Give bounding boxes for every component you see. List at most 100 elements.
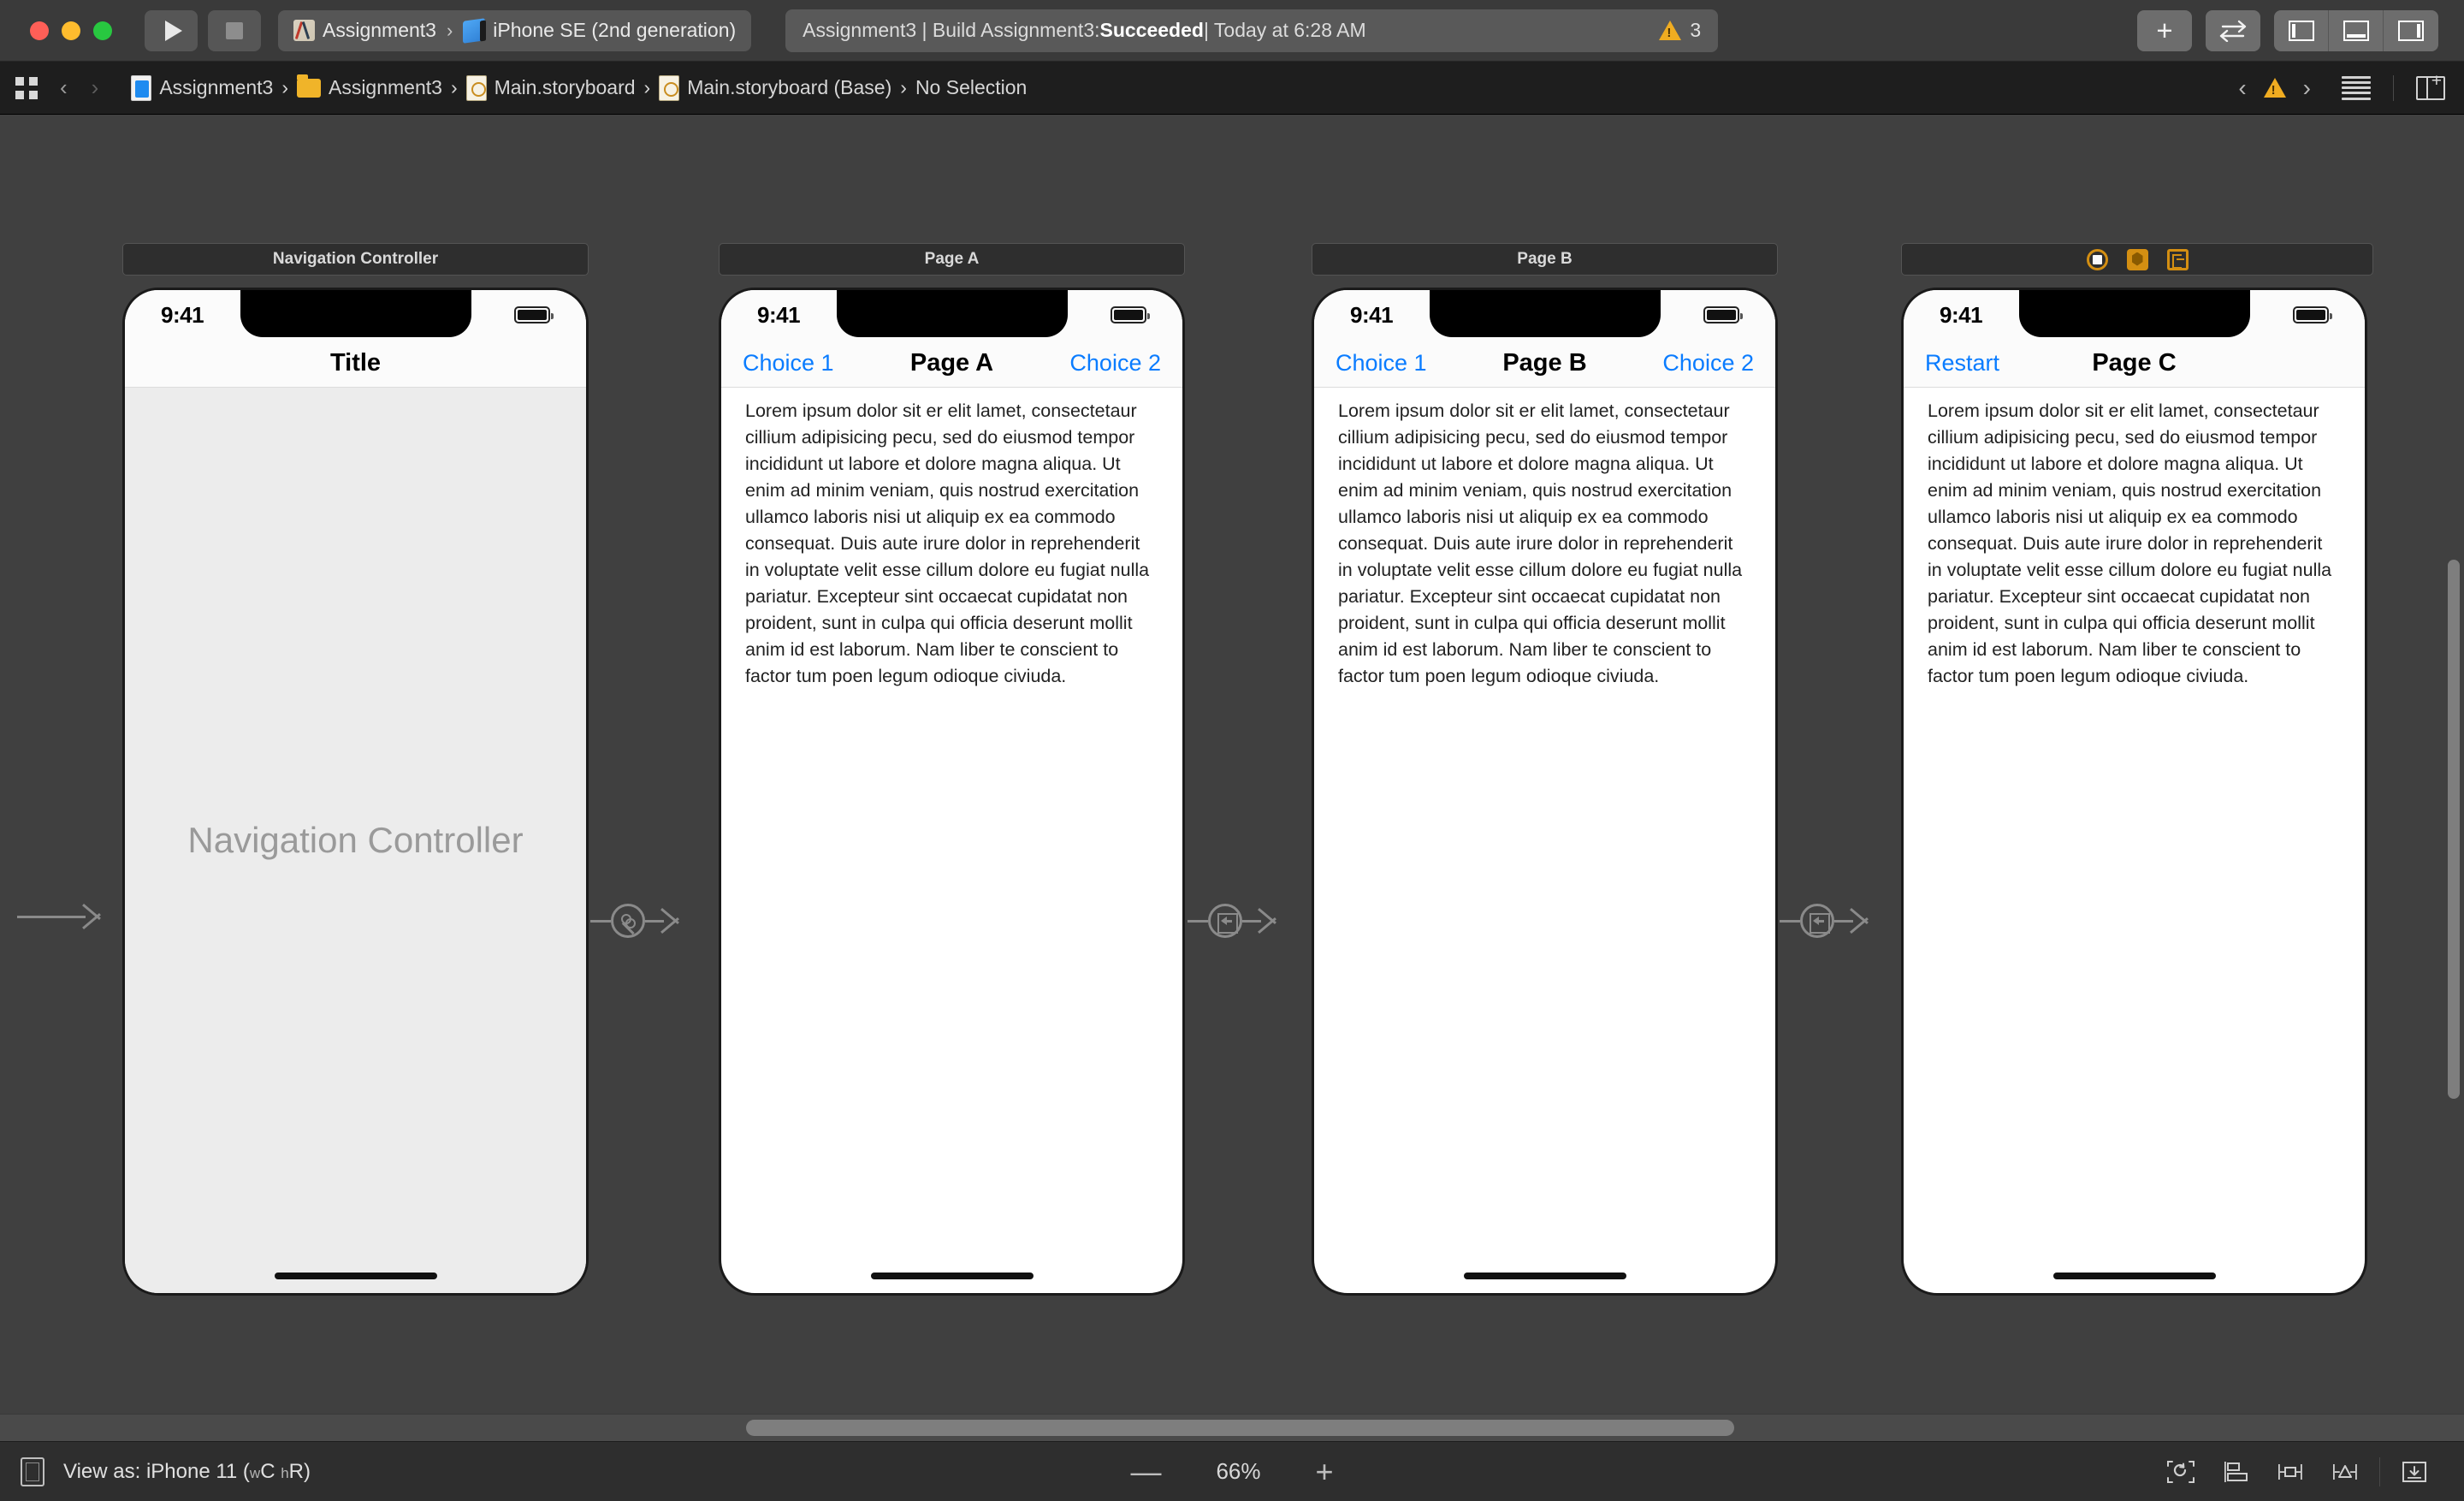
toggle-inspector-button[interactable] bbox=[2384, 10, 2438, 51]
embed-in-button[interactable] bbox=[2387, 1450, 2442, 1494]
scene-label[interactable]: Page B bbox=[1312, 243, 1778, 276]
add-editor-button[interactable]: + bbox=[2137, 9, 2192, 51]
navigation-bar[interactable]: Title bbox=[125, 340, 586, 388]
zoom-in-button[interactable]: + bbox=[1315, 1456, 1333, 1487]
entry-point-arrow[interactable] bbox=[17, 904, 106, 929]
issue-navigation: ‹ › bbox=[2233, 74, 2316, 102]
navbar-left-button[interactable]: Choice 1 bbox=[1336, 350, 1427, 377]
show-segue-icon[interactable] bbox=[1208, 904, 1242, 938]
add-editor-panel-icon[interactable] bbox=[2416, 72, 2445, 100]
play-icon bbox=[164, 20, 182, 41]
navigation-bar[interactable]: Choice 1 Page A Choice 2 bbox=[721, 340, 1182, 388]
zoom-controls: — 66% + bbox=[1130, 1456, 1333, 1487]
warning-triangle-icon bbox=[1659, 21, 1682, 40]
scheme-selector[interactable]: Assignment3 › iPhone SE (2nd generation) bbox=[278, 9, 752, 51]
relationship-segue-icon[interactable] bbox=[611, 904, 645, 938]
panel-toggle-group bbox=[2274, 9, 2438, 51]
scene-label[interactable]: Navigation Controller bbox=[122, 243, 589, 276]
stop-icon bbox=[226, 21, 243, 39]
scene-body-text[interactable]: Lorem ipsum dolor sit er elit lamet, con… bbox=[721, 388, 1182, 689]
minimap-icon[interactable] bbox=[2342, 75, 2371, 100]
zoom-level: 66% bbox=[1216, 1458, 1261, 1484]
scene-phone-frame[interactable]: 9:41 Choice 1 Page A Choice 2 Lorem ipsu… bbox=[719, 288, 1185, 1296]
navbar-title: Title bbox=[329, 349, 382, 377]
run-button[interactable] bbox=[145, 9, 198, 51]
show-segue-icon[interactable] bbox=[1800, 904, 1834, 938]
stop-button[interactable] bbox=[208, 9, 261, 51]
navigation-bar[interactable]: Choice 1 Page B Choice 2 bbox=[1314, 340, 1775, 388]
battery-icon bbox=[2293, 306, 2332, 323]
view-as-width-class: C bbox=[260, 1459, 281, 1483]
scene-body-text[interactable]: Lorem ipsum dolor sit er elit lamet, con… bbox=[1314, 388, 1775, 689]
breadcrumb-forward-button[interactable]: › bbox=[80, 74, 111, 101]
scene-label[interactable]: Page A bbox=[719, 243, 1185, 276]
status-result: Succeeded bbox=[1099, 19, 1204, 41]
zoom-out-button[interactable]: — bbox=[1130, 1456, 1161, 1487]
minimize-button[interactable] bbox=[62, 21, 80, 40]
notch bbox=[1429, 290, 1661, 337]
view-controller-icon[interactable] bbox=[2086, 248, 2108, 270]
align-button[interactable] bbox=[2208, 1450, 2263, 1494]
breadcrumb-item-folder[interactable]: Assignment3 bbox=[288, 74, 451, 99]
align-icon bbox=[2224, 1461, 2248, 1482]
update-frames-button[interactable] bbox=[2153, 1450, 2208, 1494]
canvas-vertical-scrollbar[interactable] bbox=[2448, 560, 2460, 1099]
folder-icon bbox=[296, 74, 321, 98]
scene-body-text[interactable]: Lorem ipsum dolor sit er elit lamet, con… bbox=[1904, 388, 2365, 689]
related-items-icon[interactable] bbox=[15, 76, 38, 99]
scene-phone-frame[interactable]: 9:41 Restart Page C Lorem ipsum dolor si… bbox=[1901, 288, 2367, 1296]
zoom-button[interactable] bbox=[93, 21, 112, 40]
breadcrumb-label: Main.storyboard (Base) bbox=[687, 76, 892, 98]
breadcrumb-item-selection[interactable]: No Selection bbox=[907, 76, 1035, 99]
navbar-right-button[interactable]: Choice 2 bbox=[1662, 350, 1754, 377]
status-time: 9:41 bbox=[1940, 301, 1983, 328]
close-button[interactable] bbox=[30, 21, 49, 40]
canvas-horizontal-scrollbar-track[interactable] bbox=[0, 1414, 2464, 1441]
storyboard-icon bbox=[465, 74, 487, 101]
scene-label-text: Navigation Controller bbox=[272, 250, 439, 268]
status-warning-group[interactable]: 3 bbox=[1659, 19, 1701, 42]
arrowhead-icon bbox=[1259, 908, 1282, 934]
first-responder-icon[interactable] bbox=[2126, 248, 2148, 270]
scene-label[interactable] bbox=[1901, 243, 2373, 276]
storyboard-canvas[interactable]: Navigation Controller 9:41 Title Navigat… bbox=[0, 115, 2464, 1441]
status-suffix: | Today at 6:28 AM bbox=[1203, 19, 1366, 41]
toggle-debug-area-button[interactable] bbox=[2329, 9, 2384, 51]
build-status-bar[interactable]: Assignment3 | Build Assignment3: Succeed… bbox=[785, 9, 1719, 52]
next-issue-button[interactable]: › bbox=[2298, 74, 2316, 102]
exit-icon[interactable] bbox=[2166, 248, 2189, 270]
scene-phone-frame[interactable]: 9:41 Choice 1 Page B Choice 2 Lorem ipsu… bbox=[1312, 288, 1778, 1296]
breadcrumb-separator: › bbox=[900, 76, 907, 98]
breadcrumb-back-button[interactable]: ‹ bbox=[48, 74, 80, 101]
navbar-left-button[interactable]: Restart bbox=[1925, 350, 1999, 377]
add-constraints-button[interactable] bbox=[2263, 1450, 2318, 1494]
navbar-left-button[interactable]: Choice 1 bbox=[743, 350, 834, 377]
warning-triangle-icon[interactable] bbox=[2263, 78, 2286, 98]
divider bbox=[2379, 1457, 2380, 1486]
navigation-bar[interactable]: Restart Page C bbox=[1904, 340, 2365, 388]
breadcrumb-item-storyboard-base[interactable]: Main.storyboard (Base) bbox=[650, 74, 900, 101]
relationship-segue[interactable] bbox=[590, 904, 702, 938]
swap-arrows-icon bbox=[2219, 20, 2247, 42]
breadcrumb-item-storyboard[interactable]: Main.storyboard bbox=[458, 74, 644, 101]
resolve-issues-button[interactable] bbox=[2318, 1450, 2372, 1494]
show-segue-b-to-c[interactable] bbox=[1780, 904, 1891, 938]
canvas-horizontal-scrollbar[interactable] bbox=[746, 1420, 1734, 1436]
view-as-control[interactable]: View as: iPhone 11 (wC hR) bbox=[21, 1457, 311, 1486]
swap-editor-button[interactable] bbox=[2206, 9, 2260, 51]
breadcrumb-separator: › bbox=[643, 76, 651, 98]
navbar-right-button[interactable]: Choice 2 bbox=[1069, 350, 1161, 377]
swift-project-icon bbox=[131, 74, 152, 101]
canvas-bottom-bar: View as: iPhone 11 (wC hR) — 66% + bbox=[0, 1441, 2464, 1501]
toggle-navigator-button[interactable] bbox=[2274, 9, 2329, 51]
show-segue-a-to-b[interactable] bbox=[1188, 904, 1299, 938]
previous-issue-button[interactable]: ‹ bbox=[2233, 74, 2251, 102]
breadcrumb-item-project[interactable]: Assignment3 bbox=[122, 74, 281, 101]
view-as-height-class: R) bbox=[288, 1459, 311, 1483]
update-frames-icon bbox=[2167, 1460, 2194, 1483]
right-panel-icon bbox=[2398, 20, 2424, 41]
device-icon bbox=[21, 1457, 44, 1486]
scene-phone-frame[interactable]: 9:41 Title Navigation Controller bbox=[122, 288, 589, 1296]
battery-icon bbox=[514, 306, 554, 323]
divider bbox=[2393, 74, 2394, 101]
